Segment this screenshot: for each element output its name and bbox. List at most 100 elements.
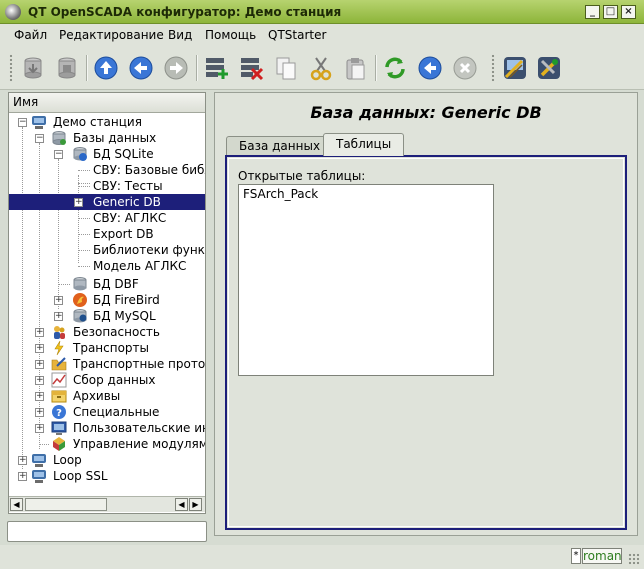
expand-icon[interactable]: + xyxy=(35,376,44,385)
tree-item-sqlite[interactable]: − БД SQLite xyxy=(9,146,205,162)
menu-help[interactable]: Помощь xyxy=(205,28,256,42)
tree-item-label: Export DB xyxy=(93,227,154,241)
tree-item-dbf[interactable]: БД DBF xyxy=(9,276,205,292)
station-icon xyxy=(31,468,47,484)
forward-icon[interactable] xyxy=(161,53,191,83)
tree-item-firebird[interactable]: + БД FireBird xyxy=(9,292,205,308)
collapse-icon[interactable]: − xyxy=(18,118,27,127)
expand-icon[interactable]: + xyxy=(35,392,44,401)
status-user[interactable]: roman xyxy=(582,548,622,564)
tree-item-security[interactable]: + Безопасность xyxy=(9,324,205,340)
tree-item-label: БД FireBird xyxy=(93,293,160,307)
tree-item-mysql[interactable]: + БД MySQL xyxy=(9,308,205,324)
minimize-button[interactable]: _ xyxy=(585,5,600,19)
tree-item-label: Управление модулями xyxy=(73,437,205,451)
open-tables-label: Открытые таблицы: xyxy=(238,169,366,183)
navigation-tree[interactable]: − Демо станция − Базы данных − БД SQLite… xyxy=(9,114,205,494)
cut-icon[interactable] xyxy=(306,53,336,83)
scroll-thumb[interactable] xyxy=(25,498,107,511)
maximize-button[interactable]: □ xyxy=(603,5,618,19)
tree-item-table[interactable]: Export DB xyxy=(9,226,205,242)
tree-item-label: Модель АГЛКС xyxy=(93,259,187,273)
config-icon[interactable] xyxy=(500,53,530,83)
app-icon[interactable] xyxy=(5,4,21,20)
tree-item-demo-station[interactable]: − Демо станция xyxy=(9,114,205,130)
tree-item-user-interfaces[interactable]: + Пользовательские инт xyxy=(9,420,205,436)
expand-icon[interactable]: + xyxy=(35,408,44,417)
collapse-icon[interactable]: − xyxy=(35,134,44,143)
tree-item-data-acquisition[interactable]: + Сбор данных xyxy=(9,372,205,388)
tree-item-table[interactable]: Модель АГЛКС xyxy=(9,258,205,274)
expand-icon[interactable]: + xyxy=(35,360,44,369)
tree-item-label: Loop xyxy=(53,453,82,467)
paste-icon[interactable] xyxy=(341,53,371,83)
db-load-icon[interactable] xyxy=(18,53,48,83)
db-save-icon[interactable] xyxy=(52,53,82,83)
tree-item-databases[interactable]: − Базы данных xyxy=(9,130,205,146)
tree-item-table[interactable]: СВУ: Базовые библ xyxy=(9,162,205,178)
back-icon[interactable] xyxy=(126,53,156,83)
expand-icon[interactable]: + xyxy=(54,296,63,305)
security-icon xyxy=(51,324,67,340)
tree-line xyxy=(78,250,90,251)
tree-item-label: БД SQLite xyxy=(93,147,154,161)
scroll-left-icon[interactable]: ◀ xyxy=(175,498,188,511)
collapse-icon[interactable]: − xyxy=(54,150,63,159)
start-icon[interactable] xyxy=(415,53,445,83)
archive-icon xyxy=(51,388,67,404)
stop-icon[interactable] xyxy=(450,53,480,83)
up-icon[interactable] xyxy=(91,53,121,83)
toolbar-grip[interactable] xyxy=(491,54,495,82)
toolbar-separator xyxy=(86,55,88,81)
delete-item-icon[interactable] xyxy=(236,53,266,83)
expand-icon[interactable]: + xyxy=(35,328,44,337)
refresh-icon[interactable] xyxy=(380,53,410,83)
add-item-icon[interactable] xyxy=(201,53,231,83)
database-icon xyxy=(72,146,88,162)
scroll-left-icon[interactable]: ◀ xyxy=(10,498,23,511)
menu-file[interactable]: Файл xyxy=(14,28,47,42)
copy-icon[interactable] xyxy=(271,53,301,83)
tree-item-table[interactable]: Библиотеки функци xyxy=(9,242,205,258)
tree-item-transport-protocols[interactable]: + Транспортные протоко xyxy=(9,356,205,372)
toolbar xyxy=(0,46,644,90)
tree-item-table[interactable]: СВУ: Тесты xyxy=(9,178,205,194)
title-bar[interactable]: QT OpenSCADA конфигуратор: Демо станция … xyxy=(0,0,644,24)
tab-database[interactable]: База данных xyxy=(226,136,334,156)
tree-item-specials[interactable]: + ? Специальные xyxy=(9,404,205,420)
menu-qtstarter[interactable]: QTStarter xyxy=(268,28,326,42)
navigation-tree-panel: Имя − Демо станция − Базы данных − БД SQ… xyxy=(8,92,206,514)
expand-icon[interactable]: + xyxy=(74,198,83,207)
tree-item-label: Транспорты xyxy=(73,341,150,355)
tree-item-module-control[interactable]: Управление модулями xyxy=(9,436,205,452)
tree-filter-input[interactable] xyxy=(7,521,207,542)
toolbar-grip[interactable] xyxy=(9,54,13,82)
tree-item-table[interactable]: СВУ: АГЛКС xyxy=(9,210,205,226)
resize-grip[interactable] xyxy=(628,553,640,565)
expand-icon[interactable]: + xyxy=(54,312,63,321)
expand-icon[interactable]: + xyxy=(35,424,44,433)
tools-icon[interactable] xyxy=(534,53,564,83)
tree-horizontal-scrollbar[interactable]: ◀ ◀ ▶ xyxy=(9,496,205,512)
tree-item-transports[interactable]: + Транспорты xyxy=(9,340,205,356)
tree-item-archives[interactable]: + Архивы xyxy=(9,388,205,404)
tab-tables[interactable]: Таблицы xyxy=(323,133,405,156)
open-tables-list[interactable]: FSArch_Pack xyxy=(238,184,494,376)
expand-icon[interactable]: + xyxy=(18,472,27,481)
station-icon xyxy=(31,114,47,130)
menu-view[interactable]: Вид xyxy=(168,28,192,42)
expand-icon[interactable]: + xyxy=(18,456,27,465)
scroll-right-icon[interactable]: ▶ xyxy=(189,498,202,511)
menu-edit[interactable]: Редактирование xyxy=(59,28,164,42)
tree-item-loop[interactable]: + Loop xyxy=(9,452,205,468)
tree-item-generic-db[interactable]: + Generic DB xyxy=(9,194,205,210)
expand-icon[interactable]: + xyxy=(35,344,44,353)
list-item[interactable]: FSArch_Pack xyxy=(243,187,318,201)
transports-icon xyxy=(51,340,67,356)
toolbar-separator xyxy=(196,55,198,81)
tree-item-label: СВУ: АГЛКС xyxy=(93,211,167,225)
tree-item-loop-ssl[interactable]: + Loop SSL xyxy=(9,468,205,484)
tree-column-header[interactable]: Имя xyxy=(9,93,205,113)
close-button[interactable]: × xyxy=(621,5,636,19)
tree-item-label: Безопасность xyxy=(73,325,160,339)
